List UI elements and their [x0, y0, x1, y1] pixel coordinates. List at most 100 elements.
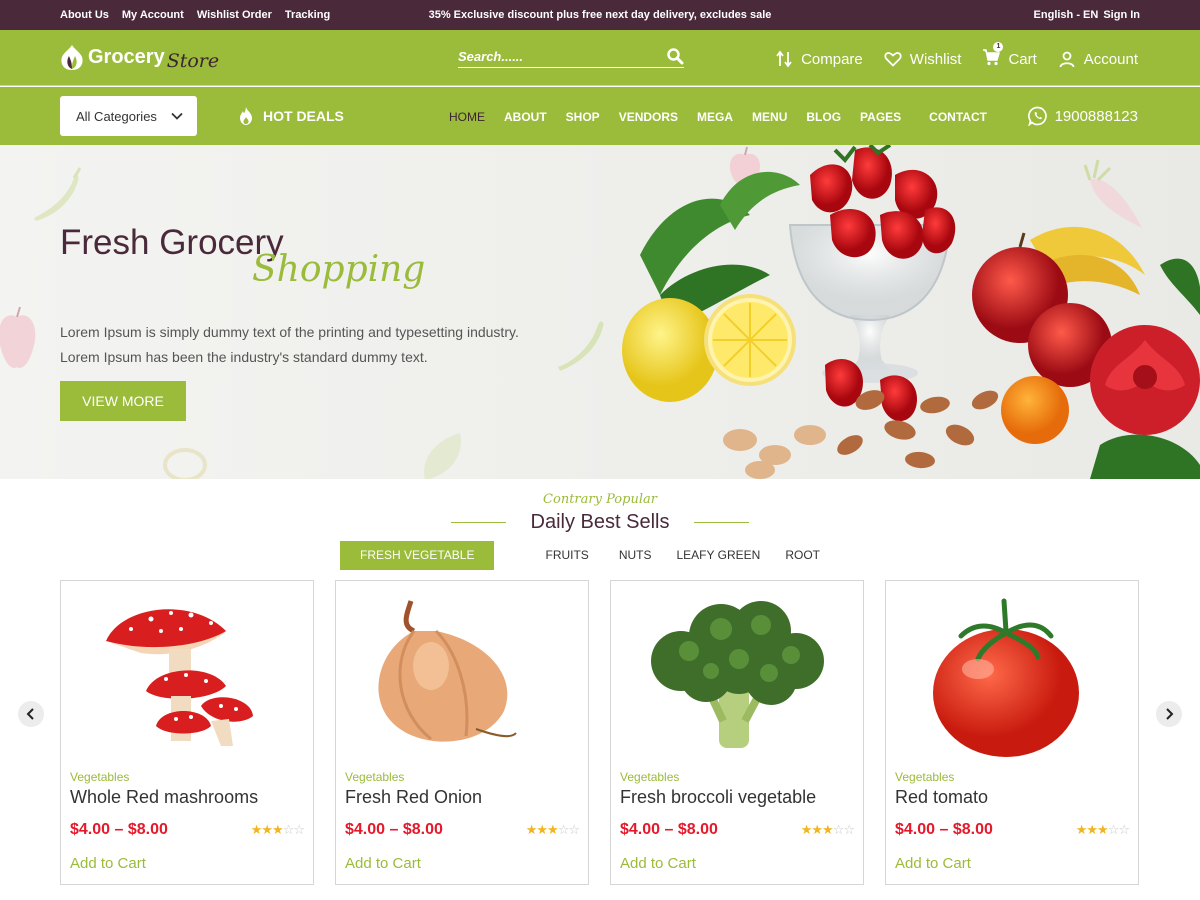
product-category: Vegetables — [70, 770, 130, 784]
whatsapp-icon — [1027, 106, 1047, 126]
product-card[interactable]: Vegetables Red tomato $4.00 – $8.00 ★★★☆… — [885, 580, 1139, 885]
user-icon — [1059, 51, 1075, 68]
product-category: Vegetables — [345, 770, 405, 784]
chili-doodle-icon — [34, 167, 82, 221]
wishlist-order-link[interactable]: Wishlist Order — [197, 9, 272, 21]
top-bar: About Us My Account Wishlist Order Track… — [0, 0, 1200, 30]
tab-root[interactable]: ROOT — [780, 541, 840, 570]
hero-description: Lorem Ipsum is simply dummy text of the … — [60, 324, 519, 365]
star-rating: ★★★☆☆ — [525, 822, 580, 837]
menu-item-vendors[interactable]: VENDORS — [619, 110, 678, 124]
phone-contact[interactable]: 1900888123 — [1027, 106, 1138, 126]
product-name[interactable]: Fresh Red Onion — [345, 787, 482, 808]
category-tabs: FRESH VEGETABLE FRUITS NUTS LEAFY GREEN … — [340, 541, 840, 570]
product-price: $4.00 – $8.00 — [620, 821, 718, 838]
phone-number: 1900888123 — [1054, 107, 1138, 125]
wishlist-button[interactable]: Wishlist — [884, 50, 962, 68]
leaf-doodle-icon — [424, 433, 461, 479]
mushroom-image — [106, 609, 253, 746]
product-card[interactable]: Vegetables Fresh Red Onion $4.00 – $8.00… — [335, 580, 589, 885]
compare-button[interactable]: Compare — [775, 50, 863, 68]
broccoli-image — [651, 601, 824, 748]
tomato-image — [933, 598, 1079, 757]
account-label: Account — [1083, 50, 1138, 68]
compare-arrows-icon — [776, 50, 792, 68]
top-links: About Us My Account Wishlist Order Track… — [60, 9, 330, 21]
tab-leafy-green[interactable]: LEAFY GREEN — [672, 541, 781, 570]
product-category: Vegetables — [620, 770, 680, 784]
product-name[interactable]: Red tomato — [895, 787, 988, 808]
fruit-bowl-illustration — [622, 145, 1200, 479]
add-to-cart-button[interactable]: Add to Cart — [70, 855, 146, 872]
header-actions: Compare Wishlist 1 Cart Account — [775, 42, 1138, 70]
view-more-button[interactable]: VIEW MORE — [60, 381, 186, 421]
hero-script-title: Shopping — [252, 249, 426, 290]
all-categories-dropdown[interactable]: All Categories — [60, 96, 197, 136]
search-input[interactable] — [458, 46, 658, 66]
compare-label: Compare — [801, 50, 863, 68]
menu-item-mega[interactable]: MEGA — [697, 110, 733, 124]
product-name[interactable]: Whole Red mashrooms — [70, 787, 258, 808]
carousel-next-button[interactable] — [1156, 701, 1182, 727]
search-icon[interactable] — [666, 47, 684, 65]
main-navbar: All Categories HOT DEALS HOME ABOUT SHOP… — [0, 87, 1200, 145]
menu-item-home[interactable]: HOME — [449, 110, 485, 124]
section-divider-right — [694, 522, 749, 523]
menu-item-about[interactable]: ABOUT — [504, 110, 547, 124]
chevron-right-icon — [1166, 708, 1174, 720]
menu-item-menu[interactable]: MENU — [752, 110, 787, 124]
tab-fruits[interactable]: FRUITS — [494, 541, 608, 570]
fire-icon — [240, 107, 252, 125]
hot-deals-link[interactable]: HOT DEALS — [236, 106, 344, 126]
wishlist-label: Wishlist — [909, 50, 962, 68]
menu-item-pages[interactable]: PAGES — [860, 110, 901, 124]
leaf-logo-icon — [61, 45, 83, 70]
tab-fresh-vegetable[interactable]: FRESH VEGETABLE — [340, 541, 495, 570]
apple-doodle-icon — [0, 306, 36, 368]
onion-image — [378, 600, 517, 742]
chevron-down-icon — [171, 112, 183, 120]
product-price: $4.00 – $8.00 — [70, 821, 168, 838]
tracking-link[interactable]: Tracking — [285, 9, 330, 21]
heart-icon — [884, 52, 902, 67]
hot-deals-label: HOT DEALS — [263, 108, 344, 124]
main-menu: HOME ABOUT SHOP VENDORS MEGA MENU BLOG P… — [449, 110, 1006, 124]
add-to-cart-button[interactable]: Add to Cart — [620, 855, 696, 872]
star-rating: ★★★☆☆ — [1075, 822, 1130, 837]
account-button[interactable]: Account — [1058, 50, 1138, 68]
add-to-cart-button[interactable]: Add to Cart — [895, 855, 971, 872]
add-to-cart-button[interactable]: Add to Cart — [345, 855, 421, 872]
product-price: $4.00 – $8.00 — [345, 821, 443, 838]
logo[interactable]: Grocery Store — [60, 40, 219, 74]
menu-item-shop[interactable]: SHOP — [566, 110, 600, 124]
menu-item-contact[interactable]: CONTACT — [929, 110, 987, 124]
product-card[interactable]: Vegetables Whole Red mashrooms $4.00 – $… — [60, 580, 314, 885]
product-category: Vegetables — [895, 770, 955, 784]
sign-in-link[interactable]: Sign In — [1103, 9, 1140, 21]
language-selector[interactable]: English - EN — [1034, 9, 1099, 21]
logo-script: Store — [166, 50, 220, 72]
section-divider-left — [451, 522, 506, 523]
hero-title: Fresh Grocery — [60, 223, 284, 262]
section-script-label: Contrary Popular — [543, 492, 657, 507]
section-title: Daily Best Sells — [530, 511, 670, 533]
hero-banner: Fresh Grocery Shopping Lorem Ipsum is si… — [0, 145, 1200, 479]
menu-item-blog[interactable]: BLOG — [806, 110, 841, 124]
product-card[interactable]: Vegetables Fresh broccoli vegetable $4.0… — [610, 580, 864, 885]
carousel-prev-button[interactable] — [18, 701, 44, 727]
star-rating: ★★★☆☆ — [250, 822, 305, 837]
search-box — [458, 46, 684, 68]
tab-nuts[interactable]: NUTS — [609, 541, 672, 570]
cart-count-badge: 1 — [993, 42, 1004, 52]
lemon-doodle-icon — [163, 448, 207, 479]
product-price: $4.00 – $8.00 — [895, 821, 993, 838]
cart-button[interactable]: 1 Cart — [982, 42, 1037, 70]
logo-word: Grocery — [88, 45, 165, 68]
about-us-link[interactable]: About Us — [60, 9, 109, 21]
chevron-left-icon — [26, 708, 34, 720]
header: Grocery Store Compare Wishlist — [0, 30, 1200, 86]
my-account-link[interactable]: My Account — [122, 9, 184, 21]
cart-label: Cart — [1008, 50, 1037, 68]
category-label: All Categories — [76, 108, 157, 124]
product-name[interactable]: Fresh broccoli vegetable — [620, 787, 816, 808]
